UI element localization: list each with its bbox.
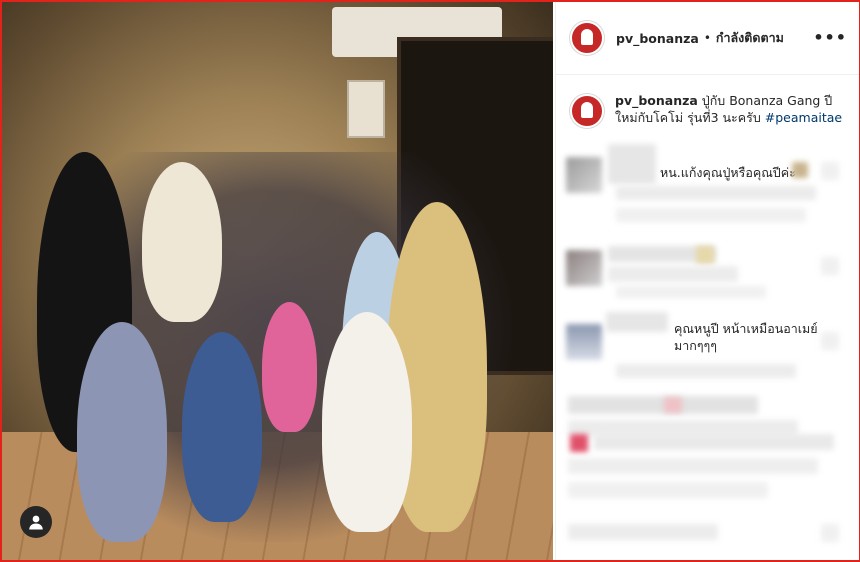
person-8 (322, 312, 412, 532)
blurred-avatar (566, 157, 602, 193)
wall-fan (347, 80, 385, 138)
blurred-comment (568, 396, 758, 414)
blurred-username (606, 312, 668, 332)
blurred-meta (616, 208, 806, 222)
person-6 (182, 332, 262, 522)
blurred-meta (616, 186, 816, 200)
blurred-avatar (566, 324, 602, 360)
screenshot-frame: pv_bonanza • กำลังติดตาม ••• pv_bonanza … (0, 0, 860, 562)
blurred-meta (568, 524, 718, 540)
caption-avatar[interactable] (570, 94, 604, 128)
comment-text: หน.แก้งคุณปู่หรือคุณปีค่ะ (660, 165, 796, 180)
blurred-emoji (664, 397, 682, 413)
person-2 (142, 162, 222, 322)
blurred-like (821, 162, 839, 180)
blurred-comment (594, 434, 834, 450)
blurred-comment (568, 482, 768, 498)
blurred-like (821, 524, 839, 542)
caption-username[interactable]: pv_bonanza (615, 93, 698, 108)
blurred-emoji (696, 246, 714, 264)
post-caption: pv_bonanza ปู่กับ Bonanza Gang ปีใหม่กับ… (570, 92, 850, 128)
blurred-comment (568, 458, 818, 474)
blurred-like (821, 257, 839, 275)
blurred-avatar (566, 250, 602, 286)
header-separator: • (703, 31, 711, 45)
post-side-panel: pv_bonanza • กำลังติดตาม ••• pv_bonanza … (555, 2, 859, 560)
post-photo[interactable] (2, 2, 553, 560)
header-username[interactable]: pv_bonanza (616, 31, 699, 46)
hashtag-link[interactable]: #peamaitae (765, 110, 842, 125)
post-header: pv_bonanza • กำลังติดตาม ••• (556, 2, 859, 75)
person-5 (77, 322, 167, 542)
blurred-heart (570, 434, 588, 452)
blurred-like (821, 332, 839, 350)
group-of-people (32, 152, 512, 542)
blurred-meta (616, 364, 796, 378)
more-options-icon[interactable]: ••• (813, 28, 847, 47)
comment-text: คุณหนูปี หน้าเหมือนอาเมย์มากๆๆๆ (674, 321, 818, 353)
blurred-comment (608, 266, 738, 282)
following-button[interactable]: กำลังติดตาม (716, 28, 784, 48)
user-icon (29, 515, 43, 530)
tagged-users-button[interactable] (20, 506, 52, 538)
blurred-meta (616, 286, 766, 298)
blurred-emoji (792, 162, 808, 178)
person-7 (262, 302, 317, 432)
avatar[interactable] (570, 21, 604, 55)
blurred-username (608, 144, 656, 184)
